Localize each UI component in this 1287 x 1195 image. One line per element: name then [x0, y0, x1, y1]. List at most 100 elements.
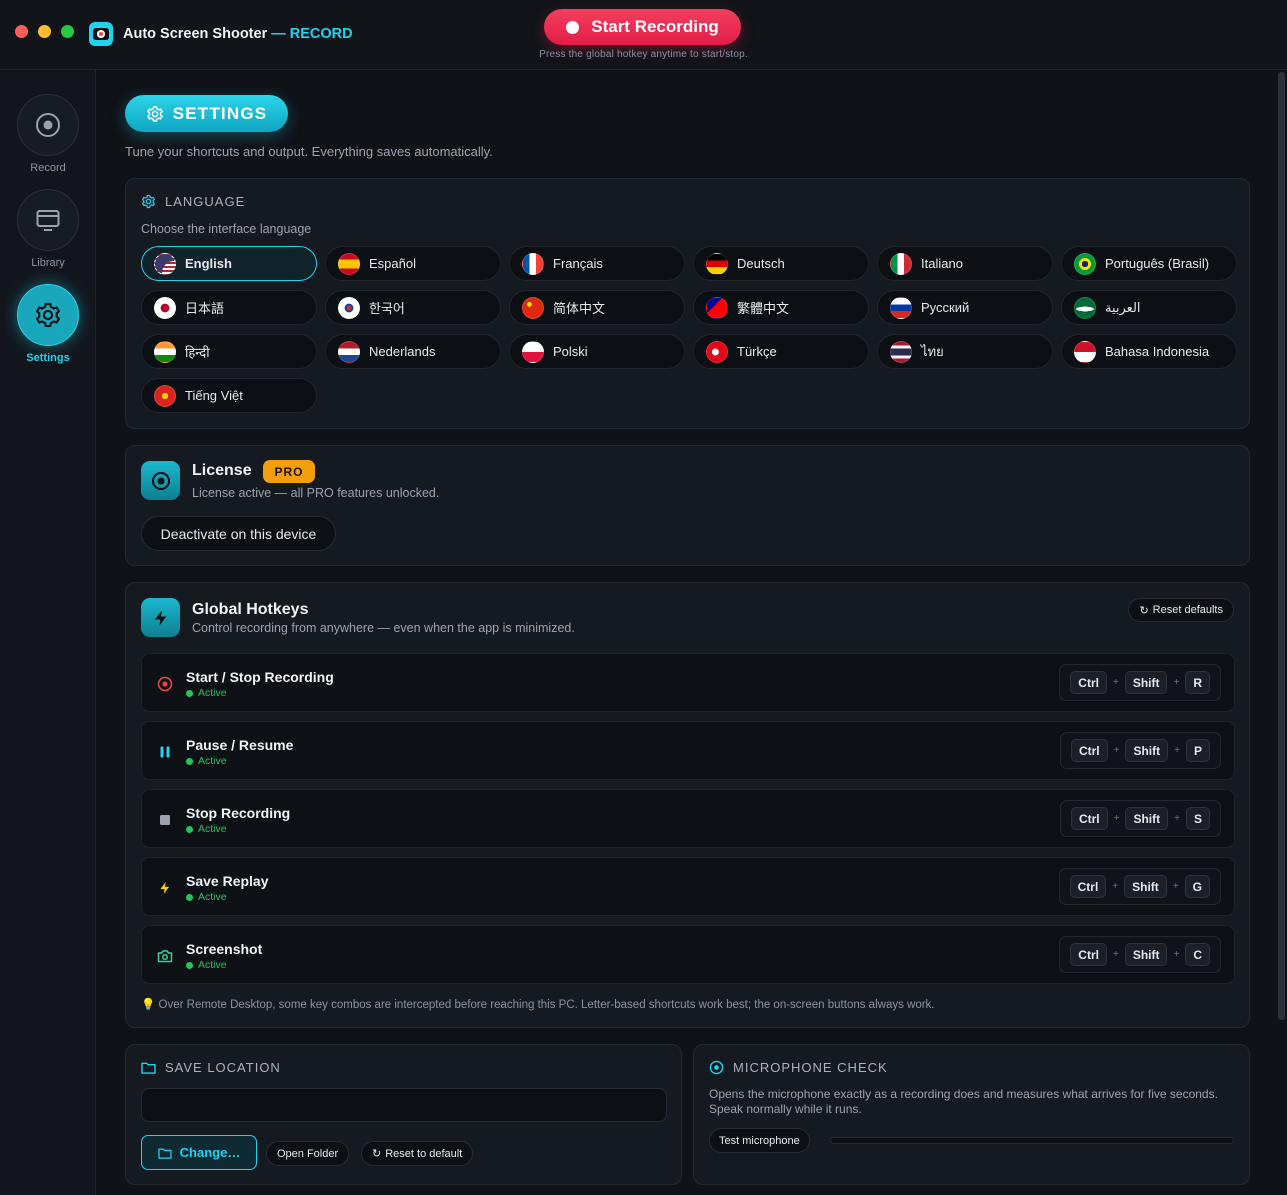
language-option[interactable]: ไทย	[877, 334, 1053, 369]
language-option-label: Español	[369, 256, 416, 271]
microphone-card: MICROPHONE CHECK Opens the microphone ex…	[693, 1044, 1250, 1185]
hotkeys-subtitle: Control recording from anywhere — even w…	[192, 621, 575, 635]
language-option[interactable]: Español	[325, 246, 501, 281]
shortcut-recorder[interactable]: Ctrl + Shift + G	[1058, 868, 1221, 905]
language-option[interactable]: Bahasa Indonesia	[1061, 334, 1237, 369]
language-option-label: ไทย	[921, 344, 944, 359]
license-card: License PRO License active — all PRO fea…	[125, 445, 1250, 566]
sidebar-item-label: Record	[30, 162, 66, 174]
reset-defaults-button[interactable]: ↻ Reset defaults	[1128, 598, 1234, 622]
language-option[interactable]: العربية	[1061, 290, 1237, 325]
keycap: C	[1185, 943, 1210, 966]
reset-defaults-label: Reset defaults	[1152, 604, 1223, 616]
license-title: License	[192, 462, 252, 479]
flag-icon	[154, 252, 176, 275]
hotkey-name: Stop Recording	[186, 805, 291, 821]
deactivate-button[interactable]: Deactivate on this device	[141, 516, 336, 551]
plus-separator: +	[1173, 677, 1180, 688]
language-option-label: 简体中文	[553, 301, 606, 316]
folder-icon	[141, 1062, 156, 1074]
window-close-button[interactable]	[15, 25, 28, 38]
window-minimize-button[interactable]	[38, 25, 51, 38]
hotkeys-note-text: Over Remote Desktop, some key combos are…	[158, 999, 935, 1011]
flag-icon	[522, 252, 544, 275]
gear-icon	[146, 105, 163, 122]
sidebar-item-label: Settings	[26, 352, 70, 364]
shortcut-recorder[interactable]: Ctrl + Shift + S	[1059, 800, 1221, 837]
flag-icon	[890, 296, 912, 319]
language-option[interactable]: 简体中文	[509, 290, 685, 325]
open-folder-button[interactable]: Open Folder	[266, 1141, 350, 1166]
language-option[interactable]: 한국어	[325, 290, 501, 325]
sidebar-item-record[interactable]: Record	[0, 94, 96, 174]
start-recording-label: Start Recording	[591, 17, 719, 36]
title-bar: Auto Screen Shooter — RECORD Start Recor…	[0, 0, 1287, 70]
flag-icon	[522, 340, 544, 363]
keycap: Ctrl	[1070, 943, 1107, 966]
reset-icon: ↻	[372, 1148, 382, 1160]
hotkey-row[interactable]: Screenshot Active Ctrl + Shift + C	[141, 925, 1235, 984]
test-microphone-button[interactable]: Test microphone	[709, 1128, 810, 1153]
plus-separator: +	[1112, 881, 1119, 892]
language-option[interactable]: Italiano	[877, 246, 1053, 281]
language-option[interactable]: 繁體中文	[693, 290, 869, 325]
keycap: Ctrl	[1070, 739, 1108, 762]
language-option[interactable]: हिन्दी	[141, 334, 317, 369]
language-option[interactable]: Deutsch	[693, 246, 869, 281]
sidebar-item-label: Library	[31, 257, 65, 269]
flag-icon	[1074, 252, 1096, 275]
shortcut-recorder[interactable]: Ctrl + Shift + R	[1059, 664, 1221, 701]
flag-icon	[154, 340, 176, 363]
hotkey-row[interactable]: Start / Stop Recording Active Ctrl + Shift + R	[141, 653, 1235, 712]
hotkey-status-label: Active	[198, 755, 227, 767]
camera-icon	[156, 947, 174, 965]
sidebar-item-library[interactable]: Library	[0, 189, 96, 269]
hotkey-row[interactable]: Stop Recording Active Ctrl + Shift + S	[141, 789, 1235, 848]
language-option[interactable]: Tiếng Việt	[141, 378, 317, 413]
hotkey-row[interactable]: Save Replay Active Ctrl + Shift + G	[141, 857, 1235, 916]
reset-icon: ↻	[1139, 604, 1149, 617]
flag-icon	[890, 340, 912, 363]
language-option-label: Polski	[553, 344, 588, 359]
keycap: R	[1185, 671, 1210, 694]
language-option[interactable]: Português (Brasil)	[1061, 246, 1237, 281]
flag-icon	[706, 296, 728, 319]
language-option-label: Italiano	[921, 256, 963, 271]
app-camera-icon	[89, 22, 113, 46]
language-option[interactable]: Polski	[509, 334, 685, 369]
hotkey-hint: Press the global hotkey anytime to start…	[539, 49, 748, 60]
language-option[interactable]: English	[141, 246, 317, 281]
change-folder-button[interactable]: Change…	[141, 1135, 257, 1170]
scrollbar[interactable]	[1278, 72, 1285, 1020]
save-path-field[interactable]	[141, 1088, 667, 1122]
language-hint: Choose the interface language	[141, 222, 312, 236]
status-dot-icon	[186, 893, 193, 901]
hotkey-status: Active	[186, 891, 227, 903]
hotkey-row[interactable]: Pause / Resume Active Ctrl + Shift + P	[141, 721, 1235, 780]
hotkey-status-label: Active	[198, 891, 227, 903]
language-option[interactable]: Français	[509, 246, 685, 281]
language-option[interactable]: Nederlands	[325, 334, 501, 369]
shortcut-recorder[interactable]: Ctrl + Shift + C	[1059, 936, 1221, 973]
language-option[interactable]: Türkçe	[693, 334, 869, 369]
lightning-icon	[156, 879, 174, 897]
sidebar-item-settings[interactable]: Settings	[0, 284, 96, 364]
start-recording-button[interactable]: Start Recording	[544, 9, 741, 45]
hotkey-name: Screenshot	[186, 941, 263, 957]
reset-to-default-button[interactable]: ↻ Reset to default	[361, 1141, 474, 1166]
hotkey-status: Active	[186, 755, 227, 767]
window-zoom-button[interactable]	[61, 25, 74, 38]
flag-icon	[338, 252, 360, 275]
shortcut-recorder[interactable]: Ctrl + Shift + P	[1059, 732, 1221, 769]
reset-to-default-label: Reset to default	[385, 1147, 463, 1160]
language-option-label: العربية	[1105, 299, 1141, 315]
plus-separator: +	[1174, 813, 1180, 824]
hotkeys-note: 💡 Over Remote Desktop, some key combos a…	[141, 997, 935, 1011]
language-option[interactable]: 日本語	[141, 290, 317, 325]
language-option-label: Tiếng Việt	[185, 388, 243, 403]
language-option[interactable]: Русский	[877, 290, 1053, 325]
language-heading: LANGUAGE	[141, 194, 245, 209]
hotkey-status: Active	[186, 687, 227, 699]
hotkey-status: Active	[186, 959, 227, 971]
hotkeys-title: Global Hotkeys	[192, 601, 309, 618]
